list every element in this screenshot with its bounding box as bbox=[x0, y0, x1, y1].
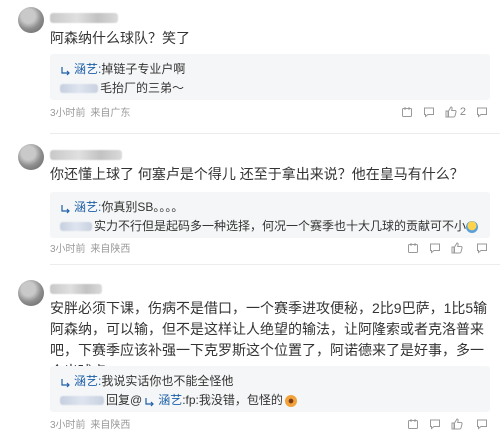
reply-line: 回复@ 涵艺:fp:我没错，包怪的 bbox=[60, 391, 480, 410]
comment-button[interactable] bbox=[476, 242, 488, 254]
reply-username-blurred[interactable] bbox=[60, 84, 98, 94]
comment-actions bbox=[407, 418, 488, 430]
reply-username-blurred[interactable] bbox=[60, 396, 104, 406]
avatar[interactable] bbox=[18, 280, 44, 306]
divider bbox=[50, 133, 500, 134]
reply-text: :fp:我没错，包怪的 bbox=[182, 393, 283, 407]
comment-icon bbox=[429, 418, 441, 430]
comment-text: 你还懂上球了 何塞卢是个得儿 还至于拿出来说？他在皇马有什么？ bbox=[50, 166, 464, 182]
reply-box[interactable]: 涵艺:我说实话你也不能全怪他 回复@ 涵艺:fp:我没错，包怪的 bbox=[50, 366, 490, 412]
reply-quote-icon bbox=[60, 64, 71, 76]
comment-location: 来自陕西 bbox=[90, 420, 131, 431]
share-icon bbox=[407, 418, 419, 430]
reply-username[interactable]: 涵艺: bbox=[74, 200, 101, 214]
reply-line: 涵艺:掉链子专业户啊 bbox=[60, 60, 480, 79]
reply-username[interactable]: 涵艺: bbox=[74, 62, 101, 76]
comment-icon bbox=[476, 418, 488, 430]
username-blurred[interactable] bbox=[50, 13, 118, 23]
username-blurred[interactable] bbox=[50, 284, 102, 294]
avatar[interactable] bbox=[18, 144, 44, 170]
comment-time: 3小时前 bbox=[50, 108, 86, 119]
reply-username[interactable]: 涵艺 bbox=[158, 393, 182, 407]
comment-icon bbox=[429, 242, 441, 254]
comment-2: 你还懂上球了 何塞卢是个得儿 还至于拿出来说？他在皇马有什么？ 涵艺:你真别SB… bbox=[0, 138, 500, 262]
like-count: 2 bbox=[459, 106, 466, 118]
comment-time: 3小时前 bbox=[50, 420, 86, 431]
comment-location: 来自陕西 bbox=[90, 244, 131, 255]
share-button[interactable] bbox=[401, 106, 413, 118]
reply-username[interactable]: 涵艺: bbox=[74, 374, 101, 388]
reply-quote-icon bbox=[60, 202, 71, 214]
comment-time: 3小时前 bbox=[50, 244, 86, 255]
reply-box[interactable]: 涵艺:掉链子专业户啊 毛抬厂的三弟～ bbox=[50, 54, 490, 100]
reply-line: 涵艺:你真别SB。。。。 bbox=[60, 198, 480, 217]
reply-line: 毛抬厂的三弟～ bbox=[60, 79, 480, 98]
share-button[interactable] bbox=[407, 418, 419, 430]
reply-text: 掉链子专业户啊 bbox=[101, 62, 186, 76]
divider bbox=[50, 264, 500, 265]
comment-button[interactable] bbox=[429, 418, 441, 430]
like-button[interactable] bbox=[451, 242, 466, 254]
comment-icon bbox=[476, 242, 488, 254]
reply-line: 实力不行但是起码多一种选择，何况一个赛季也十大几球的贡献可不小 bbox=[60, 217, 480, 236]
reply-quote-icon bbox=[60, 376, 71, 388]
comment-text: 阿森纳什么球队？笑了 bbox=[50, 30, 190, 46]
like-button[interactable]: 2 bbox=[445, 106, 466, 118]
comment-icon bbox=[423, 106, 435, 118]
comment-actions bbox=[407, 242, 488, 254]
thumbs-up-icon bbox=[451, 418, 463, 430]
reply-text: 你真别SB。。。。 bbox=[101, 200, 184, 214]
reply-prefix: 回复@ bbox=[106, 393, 143, 407]
comment-button[interactable] bbox=[476, 106, 488, 118]
comment-button[interactable] bbox=[476, 418, 488, 430]
username-blurred[interactable] bbox=[50, 150, 122, 160]
share-icon bbox=[407, 242, 419, 254]
comment-meta: 3小时前 来自广东 bbox=[50, 108, 130, 120]
reply-line: 涵艺:我说实话你也不能全怪他 bbox=[60, 372, 480, 391]
avatar[interactable] bbox=[18, 7, 44, 33]
share-button[interactable] bbox=[407, 242, 419, 254]
comment-3: 安胖必须下课，伤病不是借口，一个赛季进攻便秘，2比9巴萨，1比5输阿森纳，可以输… bbox=[0, 268, 500, 440]
comment-1: 阿森纳什么球队？笑了 涵艺:掉链子专业户啊 毛抬厂的三弟～ 3小时前 来自广东 bbox=[0, 0, 500, 138]
like-button[interactable] bbox=[451, 418, 466, 430]
reply-text: 实力不行但是起码多一种选择，何况一个赛季也十大几球的贡献可不小 bbox=[94, 219, 467, 233]
comment-location: 来自广东 bbox=[90, 108, 131, 119]
comment-meta: 3小时前 来自陕西 bbox=[50, 244, 130, 256]
emoji-icon bbox=[466, 220, 479, 233]
reply-text: 毛抬厂的三弟～ bbox=[100, 81, 185, 95]
thumbs-up-icon bbox=[451, 242, 463, 254]
reply-box[interactable]: 涵艺:你真别SB。。。。 实力不行但是起码多一种选择，何况一个赛季也十大几球的贡… bbox=[50, 192, 490, 238]
emoji-icon bbox=[284, 394, 297, 407]
comment-button[interactable] bbox=[423, 106, 435, 118]
comment-actions: 2 bbox=[401, 106, 488, 118]
thumbs-up-icon bbox=[445, 106, 457, 118]
reply-quote-icon bbox=[144, 395, 155, 407]
comment-meta: 3小时前 来自陕西 bbox=[50, 420, 130, 432]
reply-text: 我说实话你也不能全怪他 bbox=[101, 374, 234, 388]
share-icon bbox=[401, 106, 413, 118]
reply-username-blurred[interactable] bbox=[60, 222, 92, 232]
comment-icon bbox=[476, 106, 488, 118]
comment-button[interactable] bbox=[429, 242, 441, 254]
